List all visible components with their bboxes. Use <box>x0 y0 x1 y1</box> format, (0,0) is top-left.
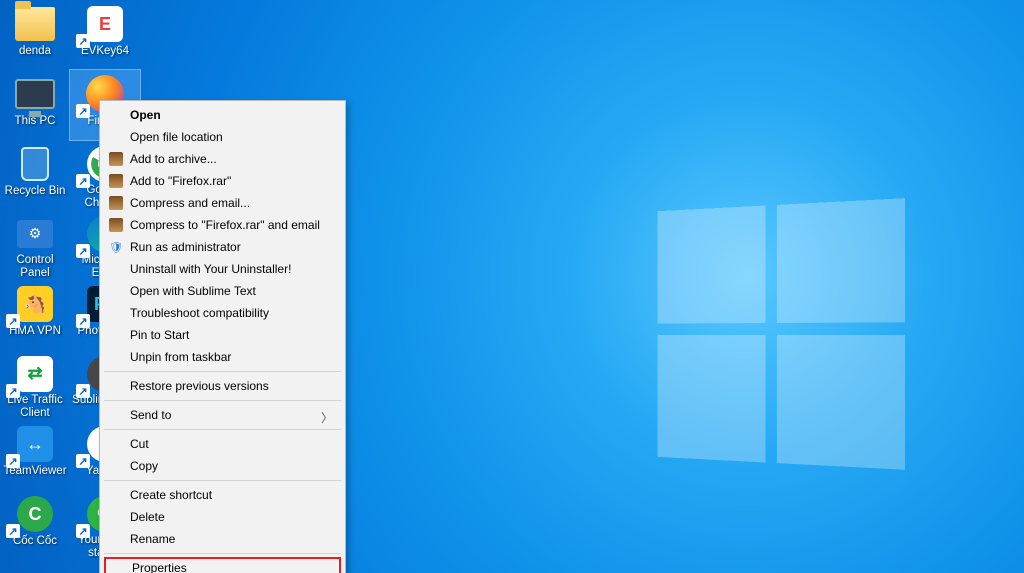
ctx-add-to-archive[interactable]: Add to archive... <box>102 148 343 170</box>
ctx-open-sublime-label: Open with Sublime Text <box>130 284 256 298</box>
ctx-create-shortcut-label: Create shortcut <box>130 488 212 502</box>
shortcut-arrow-icon: ↗ <box>6 314 20 328</box>
ctx-run-as-admin[interactable]: 🛡 Run as administrator <box>102 236 343 258</box>
ctx-send-to-label: Send to <box>130 408 171 422</box>
desktop-icon-recycle-bin[interactable]: Recycle Bin <box>0 140 70 210</box>
ctx-uninstall-with-label: Uninstall with Your Uninstaller! <box>130 262 291 276</box>
desktop-icon-hma-vpn[interactable]: 🐴↗HMA VPN <box>0 280 70 350</box>
shortcut-arrow-icon: ↗ <box>76 104 90 118</box>
desktop-icon-label: Recycle Bin <box>5 185 66 198</box>
windows-logo <box>657 198 905 472</box>
ctx-pin-start[interactable]: Pin to Start <box>102 324 343 346</box>
desktop-icon-control-panel[interactable]: ⚙ Control Panel <box>0 210 70 280</box>
winrar-icon <box>108 195 124 211</box>
ctx-open-sublime[interactable]: Open with Sublime Text <box>102 280 343 302</box>
desktop-icon-live-traffic[interactable]: ⇄↗Live Traffic Client <box>0 350 70 420</box>
ctx-add-to-archive-label: Add to archive... <box>130 152 217 166</box>
ctx-open-label: Open <box>130 108 161 122</box>
desktop-icon-teamviewer[interactable]: ↔↗TeamViewer <box>0 420 70 490</box>
ctx-cut-label: Cut <box>130 437 149 451</box>
ctx-open-file-location-label: Open file location <box>130 130 223 144</box>
ctx-properties-label: Properties <box>132 561 187 573</box>
shortcut-arrow-icon: ↗ <box>76 524 90 538</box>
winrar-icon <box>108 173 124 189</box>
ctx-properties[interactable]: Properties <box>104 557 341 573</box>
desktop[interactable]: denda This PC Recycle Bin ⚙ Control Panel🐴↗H… <box>0 0 1024 573</box>
ctx-restore-versions[interactable]: Restore previous versions <box>102 375 343 397</box>
ctx-add-to-firefox-rar-label: Add to "Firefox.rar" <box>130 174 231 188</box>
ctx-troubleshoot[interactable]: Troubleshoot compatibility <box>102 302 343 324</box>
desktop-icon-denda[interactable]: denda <box>0 0 70 70</box>
desktop-icon-coc-coc[interactable]: C↗Cốc Cốc <box>0 490 70 560</box>
ctx-create-shortcut[interactable]: Create shortcut <box>102 484 343 506</box>
ctx-send-to[interactable]: Send to 〉 <box>102 404 343 426</box>
recycle-bin-icon <box>21 147 49 181</box>
winrar-icon <box>108 217 124 233</box>
shield-icon: 🛡 <box>108 239 124 255</box>
separator <box>104 371 341 372</box>
separator <box>104 400 341 401</box>
shortcut-arrow-icon: ↗ <box>76 314 90 328</box>
shortcut-arrow-icon: ↗ <box>76 454 90 468</box>
evkey-icon: E <box>87 6 123 42</box>
ctx-compress-firefox-email[interactable]: Compress to "Firefox.rar" and email <box>102 214 343 236</box>
shortcut-arrow-icon: ↗ <box>76 384 90 398</box>
ctx-uninstall-with[interactable]: Uninstall with Your Uninstaller! <box>102 258 343 280</box>
folder-icon <box>15 7 55 41</box>
hma-icon: 🐴 <box>17 286 53 322</box>
ctx-compress-firefox-email-label: Compress to "Firefox.rar" and email <box>130 218 320 232</box>
shortcut-arrow-icon: ↗ <box>76 174 90 188</box>
chevron-right-icon: 〉 <box>321 409 333 426</box>
ctx-rename-label: Rename <box>130 532 175 546</box>
ctx-troubleshoot-label: Troubleshoot compatibility <box>130 306 269 320</box>
teamviewer-icon: ↔ <box>17 426 53 462</box>
ctx-open-file-location[interactable]: Open file location <box>102 126 343 148</box>
context-menu: Open Open file location Add to archive..… <box>99 100 346 573</box>
desktop-icon-evkey[interactable]: E↗EVKey64 <box>70 0 140 70</box>
desktop-icon-label: denda <box>19 45 51 58</box>
ctx-add-to-firefox-rar[interactable]: Add to "Firefox.rar" <box>102 170 343 192</box>
shortcut-arrow-icon: ↗ <box>6 524 20 538</box>
live-traffic-icon: ⇄ <box>17 356 53 392</box>
ctx-unpin-taskbar[interactable]: Unpin from taskbar <box>102 346 343 368</box>
ctx-copy-label: Copy <box>130 459 158 473</box>
ctx-delete[interactable]: Delete <box>102 506 343 528</box>
shortcut-arrow-icon: ↗ <box>76 244 90 258</box>
pc-icon <box>15 79 55 109</box>
separator <box>104 429 341 430</box>
control-panel-icon: ⚙ <box>17 220 53 248</box>
winrar-icon <box>108 151 124 167</box>
desktop-icon-label: Control Panel <box>2 254 68 280</box>
ctx-compress-email-label: Compress and email... <box>130 196 250 210</box>
shortcut-arrow-icon: ↗ <box>6 454 20 468</box>
shortcut-arrow-icon: ↗ <box>6 384 20 398</box>
ctx-copy[interactable]: Copy <box>102 455 343 477</box>
ctx-delete-label: Delete <box>130 510 165 524</box>
ctx-run-as-admin-label: Run as administrator <box>130 240 241 254</box>
ctx-pin-start-label: Pin to Start <box>130 328 189 342</box>
shortcut-arrow-icon: ↗ <box>76 34 90 48</box>
ctx-compress-email[interactable]: Compress and email... <box>102 192 343 214</box>
coccoc-icon: C <box>17 496 53 532</box>
desktop-icons: dendaThis PCRecycle Bin⚙Control Panel🐴↗H… <box>0 0 4 4</box>
desktop-icon-this-pc[interactable]: This PC <box>0 70 70 140</box>
separator <box>104 553 341 554</box>
separator <box>104 480 341 481</box>
ctx-unpin-taskbar-label: Unpin from taskbar <box>130 350 231 364</box>
ctx-open[interactable]: Open <box>102 104 343 126</box>
ctx-restore-versions-label: Restore previous versions <box>130 379 269 393</box>
ctx-rename[interactable]: Rename <box>102 528 343 550</box>
ctx-cut[interactable]: Cut <box>102 433 343 455</box>
